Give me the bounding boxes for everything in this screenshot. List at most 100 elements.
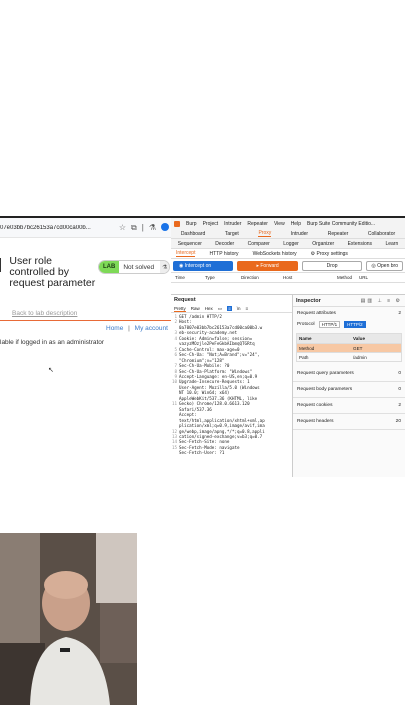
protocol-label: Protocol: [297, 321, 315, 327]
attr-value[interactable]: GET: [353, 346, 401, 351]
tab-raw[interactable]: Raw: [191, 306, 200, 311]
tab-dashboard[interactable]: Dashboard: [181, 231, 205, 237]
col-value: Value: [353, 336, 366, 341]
newline-icon[interactable]: \n: [237, 306, 241, 311]
menu-burp[interactable]: Burp: [186, 221, 197, 227]
attr-name: Method: [299, 345, 315, 351]
request-line[interactable]: Sec-Fetch-User: ?1: [179, 450, 292, 455]
tab-logger[interactable]: Logger: [283, 241, 299, 247]
section-label: Request headers: [297, 419, 334, 424]
tab-intruder[interactable]: Intruder: [291, 231, 308, 237]
address-bar[interactable]: 07e03bb7bc26153a7cd00ca00b... ☆ ⧉ | ⚗: [0, 218, 171, 238]
intercept-label: Intercept on: [184, 262, 212, 269]
menu-view[interactable]: View: [274, 221, 285, 227]
open-browser-label: Open bro: [377, 262, 398, 269]
lab-status-widget: LAB Not solved ⚗: [98, 260, 171, 274]
title-accent-bar: [0, 258, 2, 272]
profile-avatar-icon[interactable]: [161, 222, 169, 231]
lab-title: User role controlled by request paramete…: [9, 255, 96, 289]
request-body-parameters-section[interactable]: Request body parameters 0: [293, 382, 405, 398]
request-attributes-section[interactable]: Request attributes 2: [293, 307, 405, 319]
col-url[interactable]: URL: [359, 275, 379, 280]
editor-panes: Request Pretty Raw Hex ▭ ≡ \n ≡ 12 34 56…: [171, 295, 405, 477]
intercept-table-header: Time Type Direction Host Method URL: [171, 273, 405, 283]
lab-header: User role controlled by request paramete…: [0, 256, 100, 289]
intercept-toolbar: ◉ Intercept on ▸ Forward Drop ◎ Open bro: [171, 259, 405, 273]
col-type[interactable]: Type: [205, 275, 241, 280]
tab-hex[interactable]: Hex: [205, 306, 213, 311]
intercept-table-body: [171, 283, 405, 295]
back-to-lab-description-link[interactable]: Back to lab description: [12, 310, 77, 317]
request-headers-section[interactable]: Request headers 20: [293, 414, 405, 430]
request-title: Request: [174, 297, 196, 303]
menu-icon[interactable]: ≡: [245, 306, 248, 311]
burp-suite-window: Burp Project Intruder Repeater View Help…: [171, 216, 405, 481]
tab-repeater[interactable]: Repeater: [328, 231, 349, 237]
star-icon[interactable]: ☆: [119, 223, 126, 233]
request-cookies-section[interactable]: Request cookies 2: [293, 398, 405, 414]
col-time[interactable]: Time: [175, 275, 205, 280]
extensions-icon[interactable]: ⧉: [131, 223, 137, 233]
tab-target[interactable]: Target: [225, 231, 239, 237]
menu-project[interactable]: Project: [203, 221, 219, 227]
line-number: 11: [171, 401, 177, 407]
proxy-subtabs: Intercept HTTP history WebSockets histor…: [171, 249, 405, 259]
burp-logo-icon: [174, 220, 180, 227]
request-editor[interactable]: 12 34 56 7 8 9 10 11 12 13 14 15 GET /admin HT…: [171, 313, 292, 456]
top-nav: Home | My account: [106, 325, 168, 332]
lab-badge: LAB: [99, 261, 120, 273]
section-label: Request cookies: [297, 403, 333, 408]
url-text[interactable]: 07e03bb7bc26153a7cd00ca00b...: [0, 225, 116, 231]
inspector-header: Inspector ▤▥ ⊥ ≡ ⚙: [293, 295, 405, 307]
inspector-pane: Inspector ▤▥ ⊥ ≡ ⚙ Request attributes 2 …: [293, 295, 405, 477]
protocol-http1[interactable]: HTTP/1: [318, 320, 341, 328]
tab-sequencer[interactable]: Sequencer: [178, 241, 202, 247]
drop-button[interactable]: Drop: [301, 260, 363, 271]
intercept-toggle-button[interactable]: ◉ Intercept on: [173, 260, 234, 271]
forward-label: Forward: [260, 262, 279, 269]
lab-flask-icon[interactable]: ⚗: [149, 223, 156, 233]
col-method[interactable]: Method: [337, 275, 359, 280]
request-text[interactable]: GET /admin HTTP/2 Host: 0a7007e03bb7bc2615…: [179, 314, 292, 456]
tab-pretty[interactable]: Pretty: [174, 306, 186, 312]
tab-extensions[interactable]: Extensions: [348, 241, 372, 247]
highlight-icon[interactable]: ≡: [227, 306, 232, 311]
menu-intruder[interactable]: Intruder: [224, 221, 241, 227]
protocol-http2[interactable]: HTTP/2: [344, 320, 366, 328]
tab-decoder[interactable]: Decoder: [215, 241, 234, 247]
webcam-feed: [0, 533, 137, 705]
nav-home-link[interactable]: Home: [106, 325, 123, 332]
section-label: Request body parameters: [297, 387, 353, 392]
menu-repeater[interactable]: Repeater: [247, 221, 268, 227]
webcam-image: [0, 533, 137, 705]
col-host[interactable]: Host: [283, 275, 337, 280]
open-browser-button[interactable]: ◎ Open bro: [366, 260, 403, 271]
separator: |: [141, 222, 144, 232]
subtab-http-history[interactable]: HTTP history: [209, 251, 238, 257]
inspector-layout-icons[interactable]: ▤▥ ⊥ ≡ ⚙: [361, 298, 402, 304]
proxy-settings-button[interactable]: ⚙ Proxy settings: [311, 251, 348, 257]
col-direction[interactable]: Direction: [241, 275, 283, 280]
forward-button[interactable]: ▸ Forward: [237, 260, 298, 271]
request-attributes-label: Request attributes: [297, 310, 336, 316]
screen: 07e03bb7bc26153a7cd00ca00b... ☆ ⧉ | ⚗ Us…: [0, 0, 405, 720]
tab-learn[interactable]: Learn: [385, 241, 398, 247]
render-icon[interactable]: ▭: [218, 306, 222, 312]
request-query-parameters-section[interactable]: Request query parameters 0: [293, 366, 405, 382]
attributes-table-header: Name Value: [297, 334, 401, 343]
tab-organizer[interactable]: Organizer: [312, 241, 334, 247]
subtab-intercept[interactable]: Intercept: [176, 250, 196, 257]
attr-name: Path: [299, 354, 309, 360]
tab-proxy[interactable]: Proxy: [258, 230, 272, 237]
table-row[interactable]: Path /admin: [297, 352, 401, 361]
tab-collaborator[interactable]: Collaborator: [368, 231, 395, 237]
table-row[interactable]: Method GET: [297, 343, 401, 352]
subtab-websockets-history[interactable]: WebSockets history: [253, 251, 297, 257]
burp-menubar: Burp Project Intruder Repeater View Help…: [171, 218, 405, 229]
proxy-settings-label: Proxy settings: [316, 250, 348, 257]
menu-help[interactable]: Help: [291, 221, 301, 227]
tab-comparer[interactable]: Comparer: [248, 241, 270, 247]
attr-value[interactable]: /admin: [353, 355, 401, 360]
nav-my-account-link[interactable]: My account: [135, 325, 168, 332]
main-tabs-row2: Sequencer Decoder Comparer Logger Organi…: [171, 239, 405, 249]
